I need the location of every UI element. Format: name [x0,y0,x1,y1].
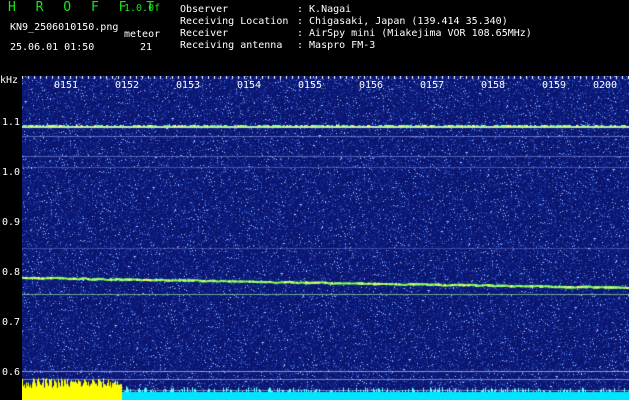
meteor-count: 21 [140,42,153,53]
x-tick-label: 0156 [359,80,384,91]
observer-label: Observer [180,4,229,15]
hrofft-screen: H R O F F T 1.0.0f KN9_2506010150.png me… [0,0,629,400]
x-tick-label: 0159 [542,80,567,91]
x-tick-label: 0154 [237,80,262,91]
date-time: 25.06.01 01:50 [10,42,95,53]
y-tick-label: 0.9 [1,217,20,228]
receiver-value: : AirSpy mini (Miakejima VOR 108.65MHz) [297,28,532,39]
x-tick-label: 0158 [481,80,506,91]
location-value: : Chigasaki, Japan (139.414 35.340) [297,16,508,27]
meteor-label: meteor [124,29,161,40]
spectrogram-canvas [22,76,629,400]
receiver-label: Receiver [180,28,229,39]
x-tick-label: 0200 [593,80,618,91]
location-label: Receiving Location [180,16,289,27]
antenna-label: Receiving antenna [180,40,283,51]
file-name: KN9_2506010150.png [10,22,119,33]
y-tick-label: 0.6 [1,367,20,378]
antenna-value: : Maspro FM-3 [297,40,376,51]
x-tick-label: 0152 [115,80,140,91]
x-tick-label: 0157 [420,80,445,91]
y-tick-label: 1.1 [1,117,20,128]
app-version: 1.0.0f [124,3,161,14]
frequency-unit: kHz [0,75,19,86]
y-tick-label: 0.7 [1,317,20,328]
x-tick-label: 0151 [54,80,79,91]
y-tick-label: 0.8 [1,267,20,278]
y-tick-label: 1.0 [1,167,20,178]
x-tick-label: 0153 [176,80,201,91]
observer-value: : K.Nagai [297,4,352,15]
x-tick-label: 0155 [298,80,323,91]
